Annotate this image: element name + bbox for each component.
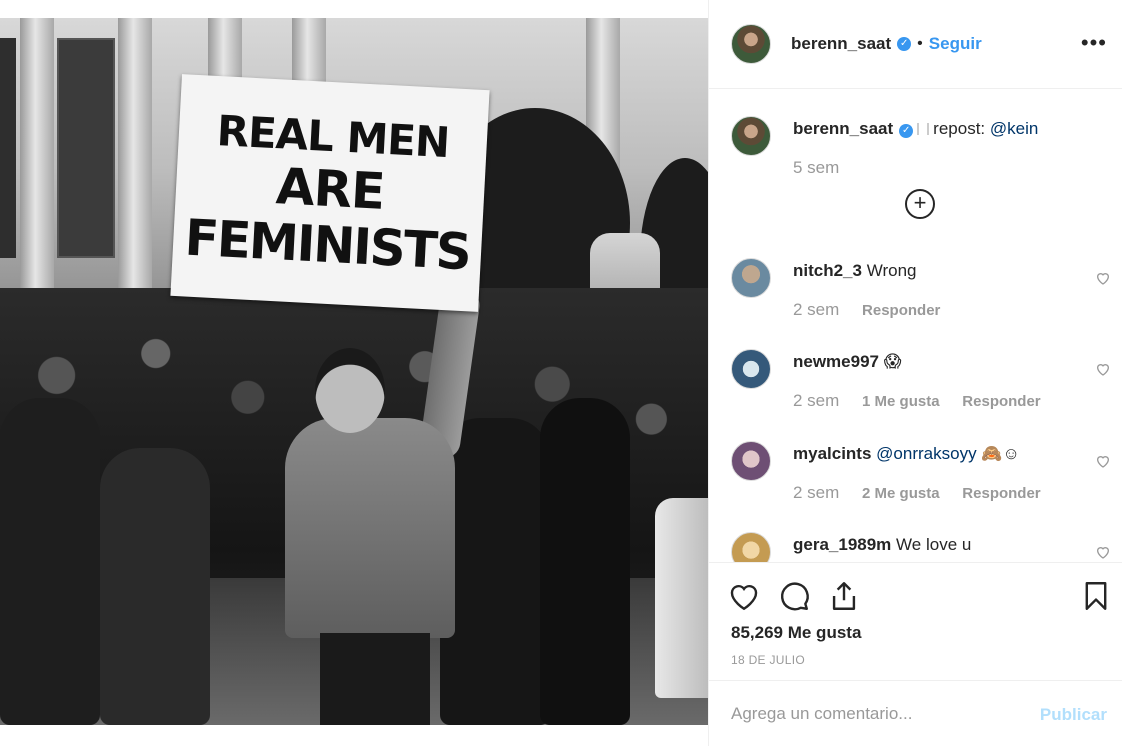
commenter-avatar[interactable] bbox=[731, 532, 771, 562]
comment-body: 😱 bbox=[883, 352, 902, 371]
share-icon[interactable] bbox=[827, 579, 861, 613]
caption-body: repost: bbox=[933, 119, 986, 138]
heart-icon[interactable] bbox=[1095, 361, 1111, 377]
caption-text: berenn_saat ✓ repost: @kein bbox=[793, 118, 1093, 140]
comment-text: newme997 😱 bbox=[793, 351, 1093, 373]
commenter-username[interactable]: gera_1989m bbox=[793, 535, 891, 554]
comment-input[interactable] bbox=[731, 699, 1031, 729]
post-actions: 85,269 Me gusta 18 DE JULIO bbox=[709, 562, 1122, 680]
verified-badge-icon: ✓ bbox=[897, 37, 912, 51]
photo-banner bbox=[57, 38, 115, 258]
author-username[interactable]: berenn_saat bbox=[791, 34, 891, 54]
comment-icon[interactable] bbox=[777, 579, 811, 613]
follow-button[interactable]: Seguir bbox=[929, 34, 982, 54]
commenter-username[interactable]: nitch2_3 bbox=[793, 261, 862, 280]
likes-count[interactable]: 85,269 Me gusta bbox=[731, 623, 861, 643]
comment-text: gera_1989m We love u bbox=[793, 534, 1093, 556]
comment: myalcints @onrraksoyy 🙈☺ 2 sem 2 Me gust… bbox=[731, 441, 1111, 521]
comment-likes[interactable]: 1 Me gusta bbox=[862, 393, 940, 410]
photo-column bbox=[20, 18, 54, 318]
separator-glyph bbox=[917, 123, 930, 135]
comment-composer: Publicar bbox=[709, 680, 1122, 746]
publish-button[interactable]: Publicar bbox=[1040, 705, 1107, 725]
sign-line: ARE bbox=[274, 157, 386, 221]
header-separator: • bbox=[917, 35, 923, 52]
photo-person bbox=[540, 398, 630, 725]
sign-line: REAL MEN bbox=[215, 106, 451, 168]
photo-banner bbox=[0, 38, 16, 258]
comment-meta: 2 sem 1 Me gusta Responder bbox=[793, 391, 1041, 411]
commenter-username[interactable]: newme997 bbox=[793, 352, 879, 371]
comment: newme997 😱 2 sem 1 Me gusta Responder bbox=[731, 349, 1111, 429]
post-dialog: REAL MEN ARE FEMINISTS berenn_saat ✓ • S… bbox=[0, 0, 1122, 746]
verified-badge-icon: ✓ bbox=[899, 124, 914, 138]
plus-circle-icon[interactable]: + bbox=[905, 189, 935, 219]
caption-time-text: 5 sem bbox=[793, 158, 840, 177]
post-date: 18 DE JULIO bbox=[731, 653, 805, 667]
comment-meta: 2 sem Responder bbox=[793, 300, 940, 320]
post-header: berenn_saat ✓ • Seguir ••• bbox=[709, 0, 1122, 89]
post-side-panel: berenn_saat ✓ • Seguir ••• berenn_saat ✓ r… bbox=[708, 0, 1122, 746]
heart-icon[interactable] bbox=[1095, 544, 1111, 560]
comment-likes[interactable]: 2 Me gusta bbox=[862, 485, 940, 502]
comment-text: myalcints @onrraksoyy 🙈☺ bbox=[793, 443, 1093, 465]
commenter-username[interactable]: myalcints bbox=[793, 444, 871, 463]
photo-column bbox=[118, 18, 152, 318]
comments-list[interactable]: berenn_saat ✓ repost: @kein 5 sem + nitch2… bbox=[709, 89, 1122, 562]
photo-person bbox=[440, 418, 550, 725]
comment-time: 2 sem bbox=[793, 483, 840, 502]
author-avatar[interactable] bbox=[731, 24, 771, 64]
photo-head bbox=[315, 348, 385, 433]
caption-time: 5 sem bbox=[793, 158, 839, 178]
photo-car bbox=[655, 498, 708, 698]
photo-jacket bbox=[285, 418, 455, 638]
photo-person bbox=[0, 398, 100, 725]
comment: nitch2_3 Wrong 2 sem Responder bbox=[731, 258, 1111, 338]
commenter-avatar[interactable] bbox=[731, 349, 771, 389]
bookmark-icon[interactable] bbox=[1079, 579, 1113, 613]
heart-icon[interactable] bbox=[1095, 453, 1111, 469]
sign-line: FEMINISTS bbox=[183, 208, 472, 282]
protest-sign: REAL MEN ARE FEMINISTS bbox=[170, 74, 490, 312]
comment-text: nitch2_3 Wrong bbox=[793, 260, 1093, 282]
comment-meta: 2 sem 2 Me gusta Responder bbox=[793, 483, 1041, 503]
reply-button[interactable]: Responder bbox=[962, 393, 1040, 410]
comment-body: 🙈☺ bbox=[981, 444, 1020, 463]
photo-legs bbox=[320, 633, 430, 725]
comment-mention[interactable]: @onrraksoyy bbox=[876, 444, 976, 463]
commenter-avatar[interactable] bbox=[731, 258, 771, 298]
commenter-avatar[interactable] bbox=[731, 441, 771, 481]
comment-time: 2 sem bbox=[793, 300, 840, 319]
caption-avatar[interactable] bbox=[731, 116, 771, 156]
comment-time: 2 sem bbox=[793, 391, 840, 410]
comment-body: We love u bbox=[896, 535, 972, 554]
comment-body: Wrong bbox=[866, 261, 917, 280]
reply-button[interactable]: Responder bbox=[862, 302, 940, 319]
more-options-icon[interactable]: ••• bbox=[1081, 30, 1107, 56]
photo-person bbox=[100, 448, 210, 725]
comment: gera_1989m We love u bbox=[731, 532, 1111, 562]
heart-icon[interactable] bbox=[727, 579, 761, 613]
caption-username[interactable]: berenn_saat bbox=[793, 119, 893, 138]
reply-button[interactable]: Responder bbox=[962, 485, 1040, 502]
heart-icon[interactable] bbox=[1095, 270, 1111, 286]
caption-mention[interactable]: @kein bbox=[990, 119, 1038, 138]
